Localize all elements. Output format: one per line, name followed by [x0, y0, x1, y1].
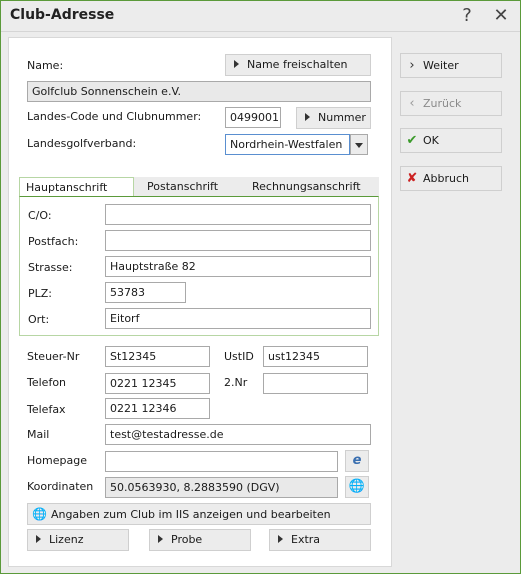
homepage-field[interactable] — [105, 451, 338, 472]
coords-field[interactable]: 50.0563930, 8.2883590 (DGV) — [105, 477, 338, 498]
window-title: Club-Adresse — [10, 7, 115, 23]
iis-button[interactable]: 🌐 Angaben zum Club im IIS anzeigen und be… — [27, 503, 371, 525]
iis-button-label: Angaben zum Club im IIS anzeigen und bea… — [50, 508, 331, 521]
vat-field[interactable]: ust12345 — [263, 346, 368, 367]
homepage-label: Homepage — [27, 454, 87, 467]
address-tabs: Hauptanschrift Postanschrift Rechnungsan… — [19, 177, 379, 197]
back-button-label: Zurück — [423, 97, 462, 110]
next-button[interactable]: › Weiter — [400, 53, 502, 78]
pobox-field[interactable] — [105, 230, 371, 251]
side-button-column: › Weiter ‹ Zurück ✔ OK ✘ Abbruch — [392, 37, 517, 567]
globe-icon: 🌐 — [32, 507, 47, 521]
close-icon[interactable]: ✕ — [489, 5, 513, 27]
pobox-label: Postfach: — [28, 235, 79, 248]
sample-button-label: Probe — [171, 533, 203, 546]
cross-icon: ✘ — [406, 171, 418, 186]
tab-postal-address[interactable]: Postanschrift — [141, 177, 236, 197]
street-label: Strasse: — [28, 261, 73, 274]
mail-field[interactable]: test@testadresse.de — [105, 424, 371, 445]
back-button[interactable]: ‹ Zurück — [400, 91, 502, 116]
association-select[interactable]: Nordrhein-Westfalen — [225, 134, 350, 155]
sample-button[interactable]: Probe — [149, 529, 251, 551]
coords-label: Koordinaten — [27, 480, 94, 493]
arrow-right-icon — [234, 60, 239, 68]
club-code-field[interactable]: 0499001 — [225, 107, 281, 128]
phone2-field[interactable] — [263, 373, 368, 394]
chevron-left-icon: ‹ — [409, 96, 415, 111]
arrow-right-icon — [158, 535, 163, 543]
code-label: Landes-Code und Clubnummer: — [27, 110, 202, 123]
arrow-right-icon — [305, 113, 310, 121]
main-address-panel: C/O: Postfach: Strasse: Hauptstraße 82 P… — [19, 196, 379, 336]
tab-main-address[interactable]: Hauptanschrift — [19, 177, 134, 197]
co-label: C/O: — [28, 209, 52, 222]
extra-button[interactable]: Extra — [269, 529, 371, 551]
title-bar: Club-Adresse ? ✕ — [1, 1, 520, 32]
cancel-button[interactable]: ✘ Abbruch — [400, 166, 502, 191]
co-field[interactable] — [105, 204, 371, 225]
zip-label: PLZ: — [28, 287, 53, 300]
tab-billing-address[interactable]: Rechnungsanschrift — [246, 177, 376, 197]
ok-button[interactable]: ✔ OK — [400, 128, 502, 153]
number-button[interactable]: Nummer — [296, 107, 371, 129]
phone-label: Telefon — [27, 376, 67, 389]
globe-icon[interactable]: 🌐 — [345, 476, 369, 498]
chevron-down-icon[interactable] — [350, 134, 368, 155]
next-button-label: Weiter — [423, 59, 459, 72]
club-address-dialog: Club-Adresse ? ✕ Name: Name freischalten… — [0, 0, 521, 574]
help-icon[interactable]: ? — [455, 5, 479, 27]
tax-field[interactable]: St12345 — [105, 346, 210, 367]
phone-field[interactable]: 0221 12345 — [105, 373, 210, 394]
city-field[interactable]: Eitorf — [105, 308, 371, 329]
club-name-field[interactable]: Golfclub Sonnenschein e.V. — [27, 81, 371, 102]
fax-label: Telefax — [27, 403, 66, 416]
chevron-right-icon: › — [409, 58, 415, 73]
unlock-name-button-label: Name freischalten — [247, 58, 348, 71]
mail-label: Mail — [27, 428, 50, 441]
arrow-right-icon — [278, 535, 283, 543]
checkmark-icon: ✔ — [406, 133, 418, 148]
number-button-label: Nummer — [318, 111, 366, 124]
arrow-right-icon — [36, 535, 41, 543]
zip-field[interactable]: 53783 — [105, 282, 186, 303]
name-label: Name: — [27, 59, 64, 72]
extra-button-label: Extra — [291, 533, 321, 546]
ok-button-label: OK — [423, 134, 439, 147]
license-button-label: Lizenz — [49, 533, 84, 546]
open-browser-icon[interactable]: e — [345, 450, 369, 472]
tax-label: Steuer-Nr — [27, 350, 80, 363]
vat-label: UstID — [224, 350, 254, 363]
association-label: Landesgolfverband: — [27, 137, 137, 150]
fax-field[interactable]: 0221 12346 — [105, 398, 210, 419]
street-field[interactable]: Hauptstraße 82 — [105, 256, 371, 277]
cancel-button-label: Abbruch — [423, 172, 470, 185]
city-label: Ort: — [28, 313, 50, 326]
unlock-name-button[interactable]: Name freischalten — [225, 54, 371, 76]
main-panel: Name: Name freischalten Golfclub Sonnens… — [8, 37, 392, 567]
license-button[interactable]: Lizenz — [27, 529, 129, 551]
phone2-label: 2.Nr — [224, 376, 248, 389]
